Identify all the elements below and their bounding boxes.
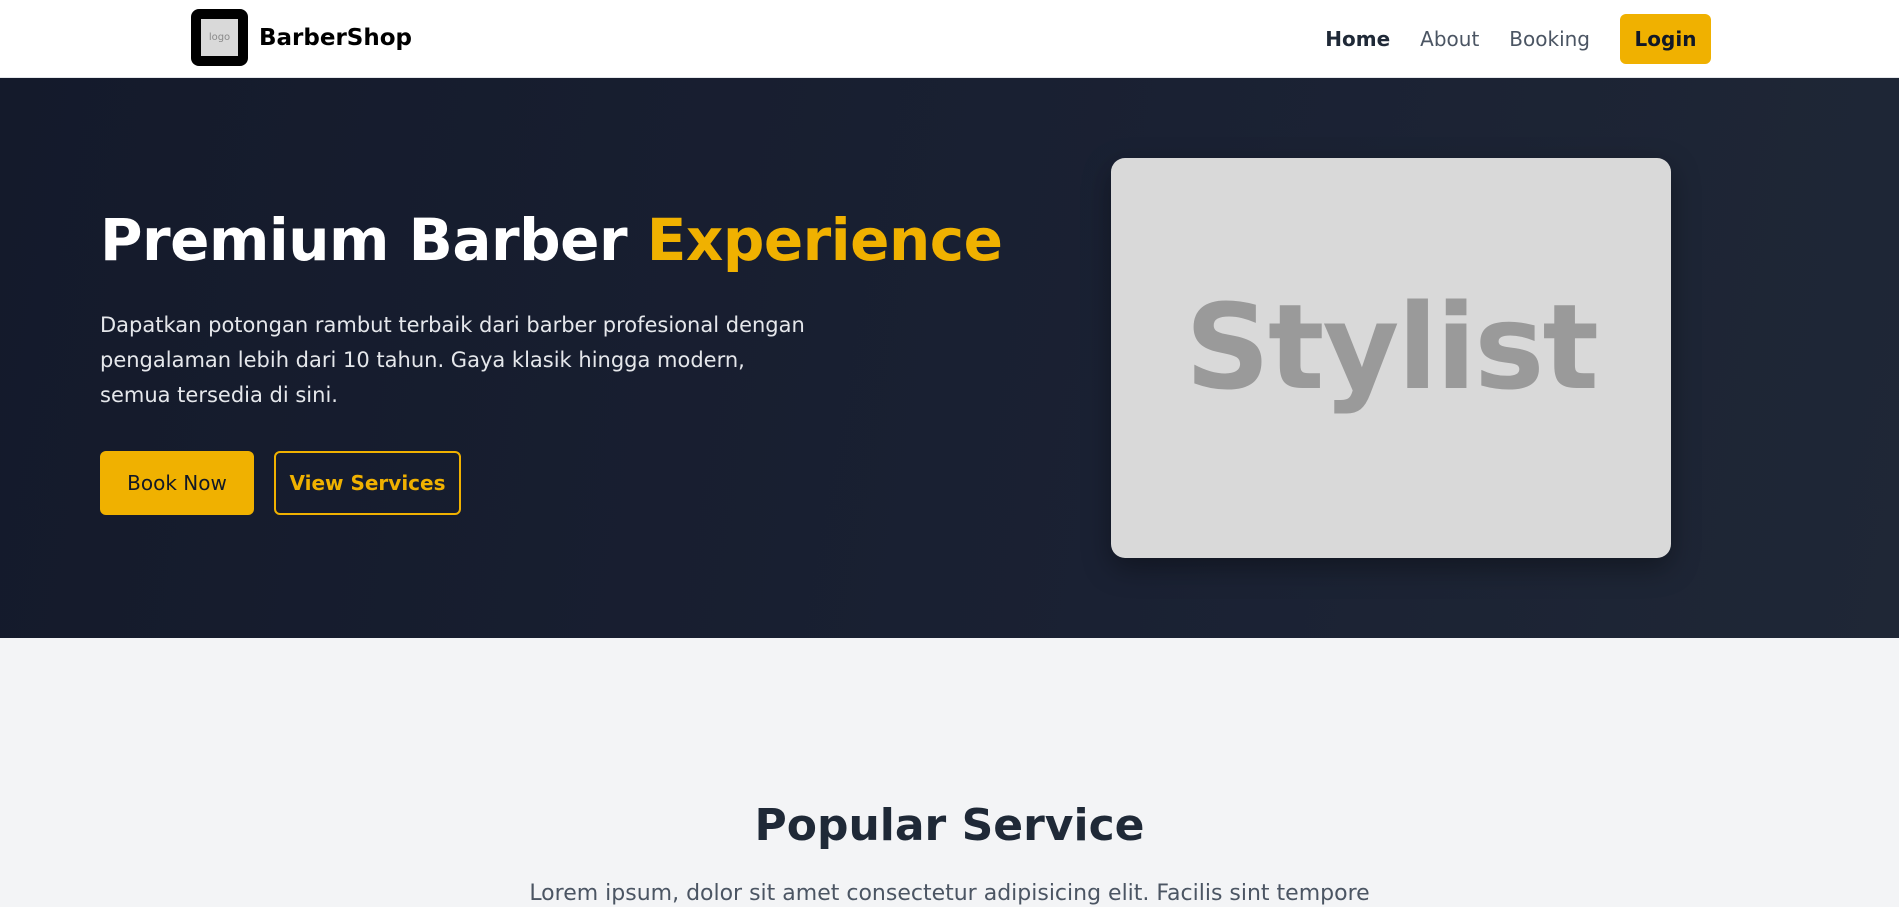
nav-links: Home About Booking Login	[1295, 0, 1711, 78]
navbar: logo BarberShop Home About Booking Login	[0, 0, 1899, 78]
nav-link-about[interactable]: About	[1420, 27, 1479, 51]
hero-section: Premium Barber Experience Dapatkan poton…	[0, 78, 1899, 638]
hero-title: Premium Barber Experience	[100, 206, 1003, 274]
brand[interactable]: logo BarberShop	[191, 9, 412, 66]
section-description: Lorem ipsum, dolor sit amet consectetur …	[529, 881, 1370, 906]
stylist-placeholder-text: Stylist	[1185, 278, 1599, 416]
stylist-image-placeholder: Stylist	[1111, 158, 1671, 558]
logo: logo	[191, 9, 248, 66]
section-title: Popular Service	[754, 800, 1145, 851]
login-button[interactable]: Login	[1620, 14, 1711, 64]
hero-title-accent: Experience	[646, 206, 1003, 274]
hero-description: Dapatkan potongan rambut terbaik dari ba…	[100, 313, 805, 407]
popular-service-section: Popular Service Lorem ipsum, dolor sit a…	[0, 638, 1899, 907]
view-services-button[interactable]: View Services	[274, 451, 461, 515]
brand-name: BarberShop	[259, 24, 413, 51]
logo-placeholder: logo	[201, 19, 238, 56]
hero-title-main: Premium Barber	[100, 206, 647, 274]
book-now-button[interactable]: Book Now	[100, 451, 254, 515]
nav-link-home[interactable]: Home	[1325, 27, 1390, 51]
nav-link-booking[interactable]: Booking	[1509, 27, 1590, 51]
